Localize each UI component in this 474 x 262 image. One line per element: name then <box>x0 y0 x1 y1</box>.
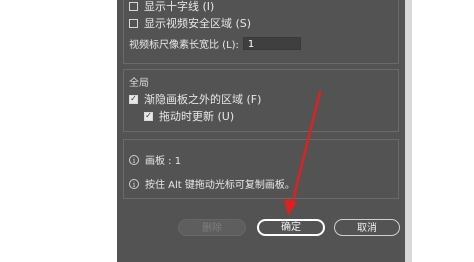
annotation-arrow <box>284 90 322 216</box>
